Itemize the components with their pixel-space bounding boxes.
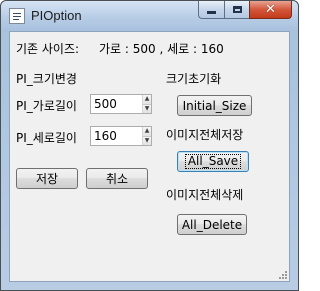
original-size-label: 기존 사이즈: <box>16 42 80 56</box>
height-label: PI_세로길이 <box>16 131 77 145</box>
caption-buttons: ✕ <box>198 1 292 20</box>
client-area: 기존 사이즈: 가로 : 500 , 세로 : 160 PI_크기변경 크기초기… <box>9 31 290 282</box>
width-spin-up-icon[interactable]: ▲ <box>143 95 151 104</box>
width-input[interactable] <box>91 95 142 113</box>
app-window-icon <box>9 8 25 24</box>
maximize-button[interactable] <box>224 1 249 19</box>
save-button[interactable]: 저장 <box>16 168 78 189</box>
width-label: PI_가로길이 <box>16 99 77 113</box>
pioption-window: PIOption ✕ 기존 사이즈: 가로 : 500 , 세로 : 160 P… <box>0 0 299 291</box>
width-spin-down-icon[interactable]: ▼ <box>143 103 151 113</box>
initial-size-button[interactable]: Initial_Size <box>177 95 252 116</box>
title-bar[interactable]: PIOption ✕ <box>1 1 298 31</box>
height-spin-up-icon[interactable]: ▲ <box>143 127 151 136</box>
width-spin-arrows[interactable]: ▲ ▼ <box>142 95 151 113</box>
close-button[interactable]: ✕ <box>249 1 292 19</box>
cancel-button[interactable]: 취소 <box>86 168 148 189</box>
maximize-icon <box>232 6 242 13</box>
all-save-button[interactable]: All_Save <box>177 151 249 172</box>
all-save-button-label: All_Save <box>184 154 242 169</box>
height-spinbox[interactable]: ▲ ▼ <box>90 126 152 146</box>
minimize-button[interactable] <box>198 1 224 19</box>
height-input[interactable] <box>91 127 142 145</box>
original-size-value: 가로 : 500 , 세로 : 160 <box>99 42 224 56</box>
height-spin-down-icon[interactable]: ▼ <box>143 135 151 145</box>
delete-all-section-title: 이미지전체삭제 <box>166 188 244 202</box>
save-all-section-title: 이미지전체저장 <box>166 128 244 142</box>
height-spin-arrows[interactable]: ▲ ▼ <box>142 127 151 145</box>
reset-section-title: 크기초기화 <box>166 72 222 86</box>
all-delete-button[interactable]: All_Delete <box>177 214 247 235</box>
width-spinbox[interactable]: ▲ ▼ <box>90 94 152 114</box>
minimize-icon <box>207 11 216 14</box>
window-title: PIOption <box>31 8 82 23</box>
pi-resize-section-title: PI_크기변경 <box>16 72 77 86</box>
close-icon: ✕ <box>265 2 276 17</box>
resize-grip-icon[interactable] <box>277 269 287 279</box>
